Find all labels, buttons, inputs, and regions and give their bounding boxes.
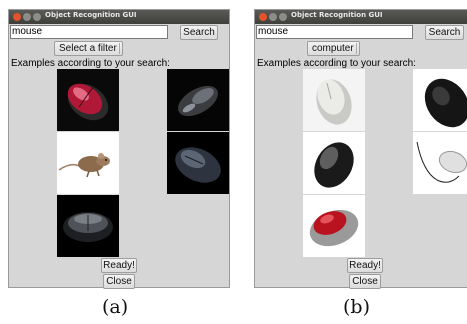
panel-caption-a: (a)	[102, 296, 129, 318]
filter-dropdown[interactable]: computer	[307, 41, 360, 56]
window-title: Object Recognition GUI	[291, 11, 383, 19]
filter-dropdown-label: computer	[312, 43, 354, 54]
panel-caption-b: (b)	[343, 296, 370, 318]
titlebar[interactable]: Object Recognition GUI	[255, 10, 467, 24]
example-image-dark-mouse	[167, 69, 229, 131]
close-button[interactable]: Close	[103, 274, 135, 289]
window-title: Object Recognition GUI	[45, 11, 137, 19]
filter-dropdown[interactable]: Select a filter	[54, 41, 123, 56]
example-image-glossy-mouse	[303, 132, 365, 194]
minimize-window-icon[interactable]	[23, 13, 31, 21]
search-input[interactable]: mouse	[10, 25, 168, 39]
search-input[interactable]: mouse	[256, 25, 413, 39]
close-window-icon[interactable]	[259, 13, 267, 21]
maximize-window-icon[interactable]	[33, 13, 41, 21]
status-button[interactable]: Ready!	[347, 258, 383, 273]
example-image-red-grey-mouse	[303, 195, 365, 257]
example-image-wired-mouse	[413, 132, 467, 194]
example-image-rodent	[57, 132, 119, 194]
close-button[interactable]: Close	[349, 274, 381, 289]
status-button[interactable]: Ready!	[101, 258, 137, 273]
minimize-window-icon[interactable]	[269, 13, 277, 21]
examples-label: Examples according to your search:	[257, 58, 416, 69]
examples-label: Examples according to your search:	[11, 58, 170, 69]
search-button[interactable]: Search	[180, 25, 218, 40]
example-image-red-mouse	[57, 69, 119, 131]
example-image-white-mouse	[303, 69, 365, 131]
maximize-window-icon[interactable]	[279, 13, 287, 21]
example-image-logitech-mouse	[57, 195, 119, 257]
example-image-black-mouse	[413, 69, 467, 131]
titlebar[interactable]: Object Recognition GUI	[9, 10, 229, 24]
search-button[interactable]: Search	[425, 25, 464, 40]
window-b: Object Recognition GUI mouse Search comp…	[254, 9, 467, 289]
window-a: Object Recognition GUI mouse Search Sele…	[8, 9, 230, 289]
close-window-icon[interactable]	[13, 13, 21, 21]
dropdown-caret-icon	[119, 43, 120, 54]
example-image-grey-mouse	[167, 132, 229, 194]
filter-dropdown-label: Select a filter	[59, 43, 117, 54]
dropdown-caret-icon	[356, 43, 357, 54]
